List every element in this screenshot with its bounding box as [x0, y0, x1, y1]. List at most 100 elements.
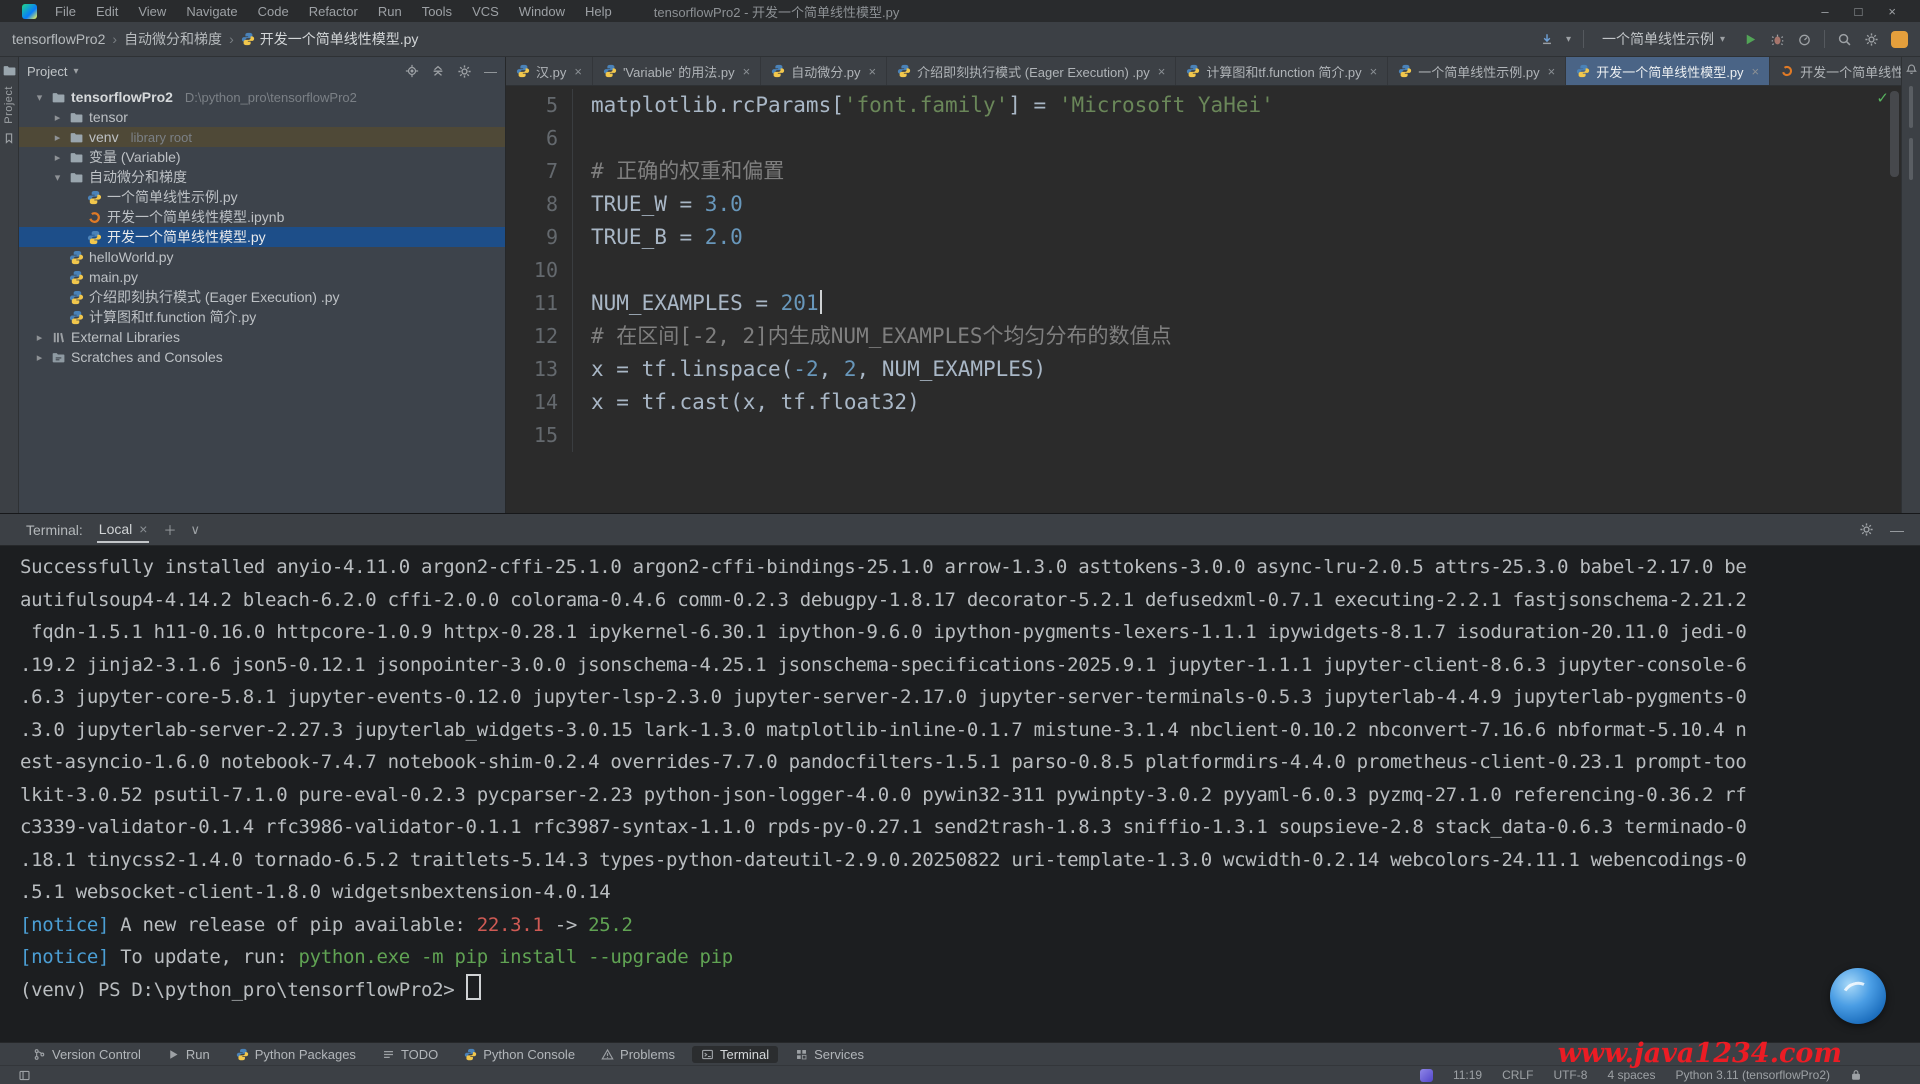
hide-panel-icon[interactable]: — [484, 64, 497, 79]
editor-tab-0[interactable]: 汉.py× [506, 57, 593, 85]
tree-item-4[interactable]: ▾自动微分和梯度 [19, 167, 505, 187]
chevron-right-icon[interactable]: ▸ [51, 151, 64, 164]
terminal-session-tab[interactable]: Local × [97, 516, 150, 543]
menu-item-navigate[interactable]: Navigate [178, 2, 245, 21]
notifications-bell-icon[interactable] [1905, 63, 1918, 76]
close-icon[interactable]: × [574, 64, 582, 79]
editor-tab-7[interactable]: 开发一个简单线性模型.ipynb× [1770, 57, 1901, 85]
collapse-all-icon[interactable] [431, 64, 445, 78]
breadcrumb-item[interactable]: 开发一个简单线性模型.py [241, 29, 419, 49]
editor-tab-6[interactable]: 开发一个简单线性模型.py× [1566, 57, 1770, 85]
close-icon[interactable]: × [139, 521, 147, 537]
profiler-button[interactable] [1797, 32, 1812, 47]
minimize-panel-icon[interactable]: — [1890, 522, 1904, 538]
project-stripe-label[interactable]: Project [3, 86, 15, 124]
terminal-settings-gear-icon[interactable] [1859, 522, 1874, 538]
tree-item-10[interactable]: 介绍即刻执行模式 (Eager Execution) .py [19, 287, 505, 307]
toolwindow-version-control[interactable]: Version Control [24, 1046, 150, 1063]
close-icon[interactable]: × [1752, 64, 1760, 79]
settings-gear-icon[interactable] [1864, 32, 1879, 47]
floating-button[interactable] [1830, 968, 1886, 1024]
menu-item-file[interactable]: File [47, 2, 84, 21]
vcs-update-icon[interactable] [1540, 32, 1554, 46]
terminal-label[interactable]: Terminal: [26, 522, 83, 538]
chevron-down-icon[interactable]: ▾ [33, 91, 46, 104]
close-icon[interactable]: × [1370, 64, 1378, 79]
tree-item-0[interactable]: ▾tensorflowPro2D:\python_pro\tensorflowP… [19, 87, 505, 107]
menu-item-code[interactable]: Code [250, 2, 297, 21]
menu-item-help[interactable]: Help [577, 2, 620, 21]
menu-item-view[interactable]: View [130, 2, 174, 21]
terminal-output[interactable]: Successfully installed anyio-4.11.0 argo… [0, 546, 1920, 1042]
editor-tab-3[interactable]: 介绍即刻执行模式 (Eager Execution) .py× [887, 57, 1176, 85]
close-icon[interactable]: × [1158, 64, 1166, 79]
toolwindow-todo[interactable]: TODO [373, 1046, 447, 1063]
right-stripe-tab[interactable] [1909, 86, 1913, 128]
editor-tab-2[interactable]: 自动微分.py× [761, 57, 887, 85]
tree-item-8[interactable]: helloWorld.py [19, 247, 505, 267]
search-everywhere-icon[interactable] [1837, 32, 1852, 47]
close-icon[interactable]: × [1548, 64, 1556, 79]
maximize-icon[interactable]: □ [1855, 4, 1863, 19]
toolwindow-python-console[interactable]: Python Console [455, 1046, 584, 1063]
editor-tab-5[interactable]: 一个简单线性示例.py× [1388, 57, 1566, 85]
editor-code[interactable]: 5matplotlib.rcParams['font.family'] = 'M… [506, 86, 1901, 513]
tree-item-5[interactable]: 一个简单线性示例.py [19, 187, 505, 207]
tree-item-12[interactable]: ▸External Libraries [19, 327, 505, 347]
menu-item-vcs[interactable]: VCS [464, 2, 507, 21]
toolwindow-services[interactable]: Services [786, 1046, 873, 1063]
toolwindow-terminal[interactable]: Terminal [692, 1046, 778, 1063]
tree-item-7[interactable]: 开发一个简单线性模型.py [19, 227, 505, 247]
line-number: 11 [506, 287, 573, 320]
avatar[interactable] [1891, 31, 1908, 48]
project-panel-title[interactable]: Project [27, 64, 67, 79]
debug-button[interactable] [1770, 32, 1785, 47]
lock-icon[interactable] [1850, 1069, 1862, 1081]
tree-item-11[interactable]: 计算图和tf.function 简介.py [19, 307, 505, 327]
breadcrumb-item[interactable]: 自动微分和梯度 [124, 29, 222, 49]
close-icon[interactable]: × [869, 64, 877, 79]
chevron-down-icon[interactable]: ▾ [51, 171, 64, 184]
terminal-line: fqdn-1.5.1 h11-0.16.0 httpcore-1.0.9 htt… [20, 616, 1920, 649]
chevron-down-icon[interactable]: ∨ [190, 522, 200, 538]
menu-item-window[interactable]: Window [511, 2, 573, 21]
breadcrumb-item[interactable]: tensorflowPro2 [12, 31, 105, 47]
editor-scrollbar[interactable] [1890, 91, 1899, 177]
bookmark-icon[interactable] [3, 132, 15, 144]
close-icon[interactable]: × [743, 64, 751, 79]
jupyter-icon [1780, 64, 1794, 78]
editor-tab-4[interactable]: 计算图和tf.function 简介.py× [1176, 57, 1388, 85]
new-session-icon[interactable]: ＋ [163, 520, 176, 539]
tree-item-6[interactable]: 开发一个简单线性模型.ipynb [19, 207, 505, 227]
project-tool-button[interactable] [2, 63, 17, 78]
chevron-right-icon[interactable]: ▸ [33, 351, 46, 364]
run-button[interactable] [1743, 32, 1758, 47]
chevron-right-icon[interactable]: ▸ [51, 131, 64, 144]
toolwindow-problems[interactable]: Problems [592, 1046, 684, 1063]
menu-item-tools[interactable]: Tools [414, 2, 460, 21]
panel-settings-gear-icon[interactable] [457, 64, 472, 79]
toolwindow-run[interactable]: Run [158, 1046, 219, 1063]
terminal-line: autifulsoup4-4.14.2 bleach-6.2.0 cffi-2.… [20, 584, 1920, 617]
menu-item-edit[interactable]: Edit [88, 2, 126, 21]
locate-file-icon[interactable] [405, 64, 419, 78]
tree-item-2[interactable]: ▸venvlibrary root [19, 127, 505, 147]
python-icon [69, 250, 84, 265]
python-icon [87, 230, 102, 245]
code-line: 14x = tf.cast(x, tf.float32) [506, 386, 1901, 419]
chevron-down-icon[interactable]: ▾ [73, 66, 78, 77]
menu-item-refactor[interactable]: Refactor [301, 2, 366, 21]
menu-item-run[interactable]: Run [370, 2, 410, 21]
toolwindow-python-packages[interactable]: Python Packages [227, 1046, 365, 1063]
tree-item-1[interactable]: ▸tensor [19, 107, 505, 127]
tree-item-3[interactable]: ▸变量 (Variable) [19, 147, 505, 167]
right-stripe-tab[interactable] [1909, 138, 1913, 180]
chevron-right-icon[interactable]: ▸ [51, 111, 64, 124]
tree-item-13[interactable]: ▸Scratches and Consoles [19, 347, 505, 367]
minimize-icon[interactable]: – [1821, 4, 1828, 19]
tree-item-9[interactable]: main.py [19, 267, 505, 287]
chevron-right-icon[interactable]: ▸ [33, 331, 46, 344]
run-configuration-selector[interactable]: 一个简单线性示例 ▾ [1596, 27, 1731, 51]
close-icon[interactable]: × [1888, 4, 1896, 19]
editor-tab-1[interactable]: 'Variable' 的用法.py× [593, 57, 761, 85]
